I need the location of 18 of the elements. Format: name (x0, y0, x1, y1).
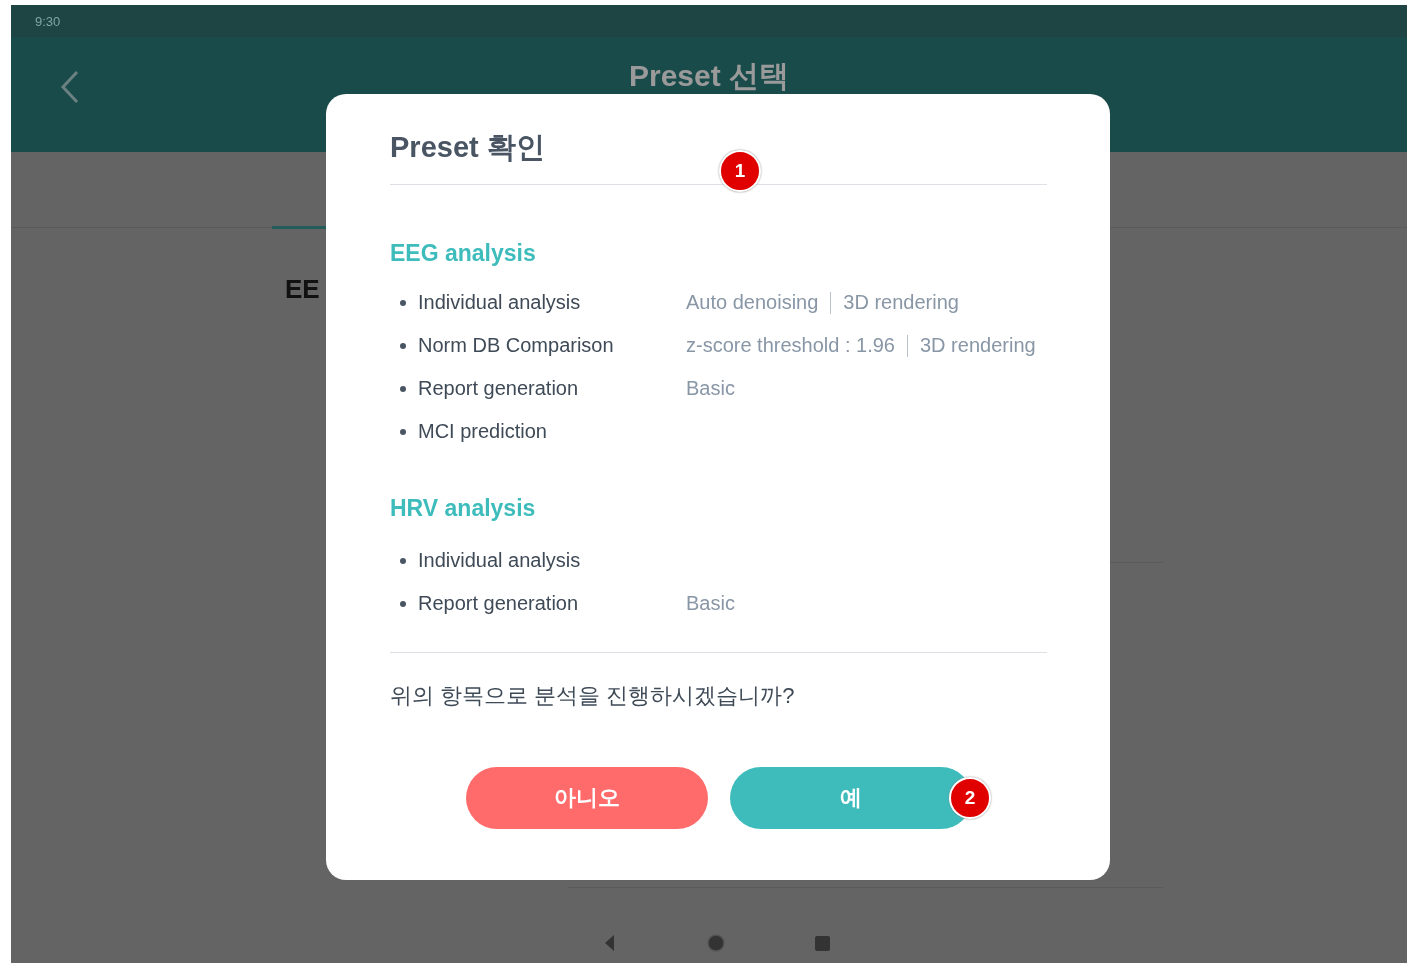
item-label: MCI prediction (418, 420, 548, 444)
section-title: HRV analysis (390, 495, 537, 524)
item-label: Report generation (418, 592, 580, 616)
item-label: Individual analysis (418, 549, 582, 573)
item-label: Report generation (418, 377, 580, 401)
item-value: Basic (686, 592, 735, 616)
confirm-question: 위의 항목으로 분석을 진행하시겠습니까? (390, 682, 796, 711)
item-value: 3D rendering (920, 334, 1036, 358)
status-time: 9:30 (35, 13, 61, 29)
section-title: EEG analysis (390, 239, 537, 268)
item-value: z-score threshold : 1.96 (686, 334, 895, 358)
item-value: Basic (686, 377, 735, 401)
screen-title: Preset 선택 (628, 60, 790, 94)
item-value: Auto denoising (686, 291, 819, 315)
item-value: 3D rendering (843, 291, 959, 315)
section-heading: EE (285, 274, 320, 305)
item-label: Individual analysis (418, 291, 582, 315)
item-label: Norm DB Comparison (418, 334, 615, 358)
